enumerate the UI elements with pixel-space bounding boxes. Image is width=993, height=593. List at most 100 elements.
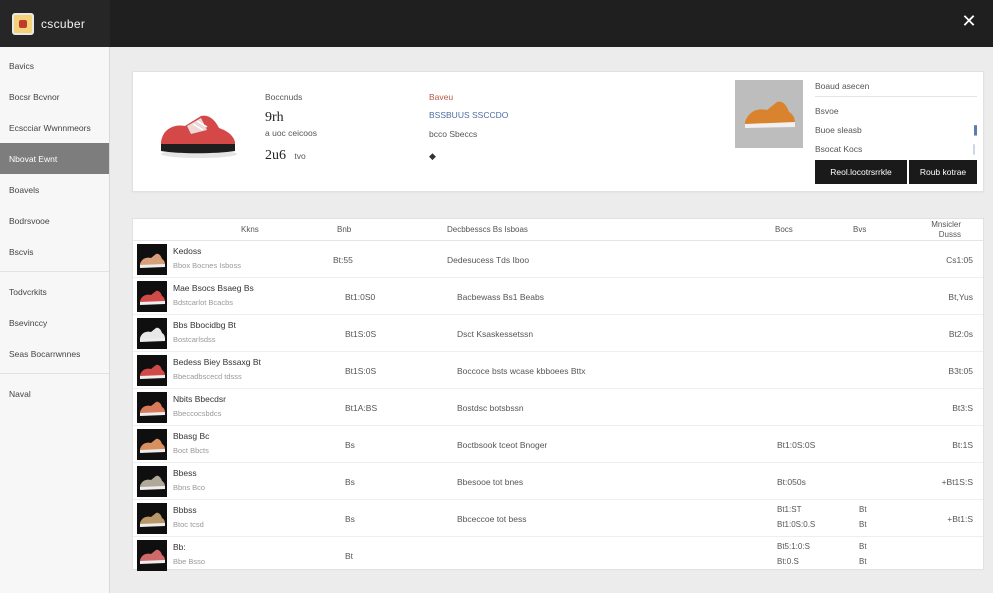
variant-info-row: Bsvoe: [815, 101, 977, 120]
size-text: bcco Sbeccs: [429, 129, 478, 139]
variant-info-label: Bsvoe: [815, 105, 839, 116]
price-cell: Bt:1S: [952, 440, 973, 450]
product-name: Bb:: [173, 542, 186, 552]
variant-info-label: Buoe sleasb: [815, 124, 862, 135]
description-cell: Dedesucess Tds Iboo: [447, 255, 530, 265]
logo-icon: [12, 12, 34, 35]
description-cell: Bbesooe tot bnes: [457, 477, 524, 487]
table-row[interactable]: Bbbss Btoc tcsd Bs Bbceccoe tot bess Bt1:ST B…: [133, 500, 983, 537]
table-body: Kedoss Bbox Bocnes Isboss Bt:55 Dedesucess …: [133, 241, 983, 574]
header-price[interactable]: Mnsicler Dusss: [931, 220, 961, 240]
qty-cell: Bt: [859, 557, 867, 566]
price-cell: Bt3:S: [952, 403, 973, 413]
sidebar-divider: [0, 373, 109, 374]
product-subtitle: Bbeccocsbdcs: [173, 409, 222, 418]
close-icon[interactable]: ✕: [959, 12, 979, 32]
sidebar-item[interactable]: Bavics: [0, 50, 109, 81]
table-row[interactable]: Bedess Biey Bssaxg Bt Bbecadbscecd tdsss B…: [133, 352, 983, 389]
sidebar-item[interactable]: Nbovat Ewnt: [0, 143, 109, 174]
product-label: Boccnuds: [265, 92, 303, 102]
sku-cell: Bt1A:BS: [345, 403, 378, 413]
logo[interactable]: cscuber: [0, 0, 110, 47]
sku-cell: Bs: [345, 440, 355, 450]
header-item[interactable]: Kkns: [241, 225, 259, 234]
product-name: Bbasg Bc: [173, 431, 210, 441]
sidebar-item[interactable]: Bscvis: [0, 236, 109, 267]
shoe-thumbnail: [137, 503, 167, 534]
variant-thumbnail[interactable]: [735, 80, 803, 148]
size-cell: Bt1:0S:0.S: [777, 520, 816, 529]
product-name: Nbits Bbecdsr: [173, 394, 226, 404]
sidebar-list: Bavics Bocsr Bcvnor Ecscciar Wwnnmeors Nbov…: [0, 47, 109, 409]
variant-info-value: ▐: [970, 124, 977, 135]
shoe-thumbnail: [137, 540, 167, 571]
description-cell: Boctbsook tceot Bnoger: [457, 440, 548, 450]
description-cell: Boccoce bsts wcase kbboees Bttx: [457, 366, 586, 376]
product-name: Bbbss: [173, 505, 197, 515]
table-row[interactable]: Bb: Bbe Bsso Bt Bt5:1:0:S Bt:0.S Bt Bt: [133, 537, 983, 574]
products-table: Kkns Bnb Decbbesscs Bs Isboas Bocs Bvs M…: [132, 218, 984, 574]
shoe-thumbnail: [137, 466, 167, 497]
shoe-thumbnail: [137, 244, 167, 275]
description-cell: Bacbewass Bs1 Beabs: [457, 292, 544, 302]
sku-cell: Bt1S:0S: [345, 366, 377, 376]
app-title: cscuber: [41, 16, 86, 31]
table-row[interactable]: Mae Bsocs Bsaeg Bs Bdstcarlot Bcacbs Bt1:0…: [133, 278, 983, 315]
product-subtitle: Bbox Bocnes Isboss: [173, 261, 241, 270]
description-cell: Dsct Ksaskessetssn: [457, 329, 534, 339]
product-line2: a uoc ceicoos: [265, 128, 317, 138]
sidebar-item[interactable]: Boavels: [0, 174, 109, 205]
sku-cell: Bt1:0S0: [345, 292, 376, 302]
size-cell: Bt5:1:0:S: [777, 542, 810, 551]
price-cell: +Bt1:S: [947, 514, 973, 524]
sku-cell: Bt1S:0S: [345, 329, 377, 339]
sku-cell: Bt: [345, 551, 354, 561]
product-name: Bedess Biey Bssaxg Bt: [173, 357, 261, 367]
table-row[interactable]: Bbs Bbocidbg Bt Bostcarlsdss Bt1S:0S Dsct K…: [133, 315, 983, 352]
secondary-action-button[interactable]: Roub kotrae: [909, 160, 977, 184]
product-price-unit: tvo: [294, 151, 306, 161]
table-row[interactable]: Bbasg Bc Boct Bbcts Bs Boctbsook tceot Bnog…: [133, 426, 983, 463]
product-subtitle: Bdstcarlot Bcacbs: [173, 298, 234, 307]
price-cell: +Bt1S:S: [941, 477, 973, 487]
product-subtitle: Bbecadbscecd tdsss: [173, 372, 242, 381]
size-cell: Bt:050s: [777, 477, 806, 487]
primary-action-button[interactable]: Reol.locotrsrrkle: [815, 160, 907, 184]
sidebar-item[interactable]: Ecscciar Wwnnmeors: [0, 112, 109, 143]
product-subtitle: Bbe Bsso: [173, 557, 206, 566]
description-cell: Bbceccoe tot bess: [457, 514, 527, 524]
table-row[interactable]: Bbess Bbns Bco Bs Bbesooe tot bnes Bt:050s +B…: [133, 463, 983, 500]
table-row[interactable]: Nbits Bbecdsr Bbeccocsbdcs Bt1A:BS Bostdsc …: [133, 389, 983, 426]
sidebar-item[interactable]: Bsevinccy: [0, 307, 109, 338]
sidebar-item[interactable]: Todvcrkits: [0, 276, 109, 307]
product-subtitle: Bbns Bco: [173, 483, 206, 492]
product-line1: 9rh: [265, 110, 284, 125]
sneaker-image: [161, 115, 237, 158]
price-cell: Bt2:0s: [948, 329, 973, 339]
sku-cell: Bs: [345, 477, 355, 487]
qty-cell: Bt: [859, 542, 867, 551]
diamond-icon[interactable]: ◆: [429, 151, 508, 162]
sku-cell: Bs: [345, 514, 355, 524]
header-qty[interactable]: Bvs: [853, 225, 866, 234]
product-name: Kedoss: [173, 246, 202, 256]
sidebar-item[interactable]: Bodrsvooe: [0, 205, 109, 236]
table-row[interactable]: Kedoss Bbox Bocnes Isboss Bt:55 Dedesucess …: [133, 241, 983, 278]
header-sku[interactable]: Bnb: [337, 225, 351, 234]
sidebar-item[interactable]: Bocsr Bcvnor: [0, 81, 109, 112]
variant-info-label: Bsocat Kocs: [815, 143, 863, 154]
brand-link[interactable]: BSSBUUS SSCCDO: [429, 110, 508, 120]
qty-cell: Bt: [859, 505, 867, 514]
header-desc[interactable]: Decbbesscs Bs Isboas: [447, 225, 528, 234]
sidebar-item[interactable]: Naval: [0, 378, 109, 409]
sidebar-divider: [0, 271, 109, 272]
product-details: Boccnuds 9rh a uoc ceicoos 2u6 tvo: [265, 92, 317, 164]
header-size[interactable]: Bocs: [775, 225, 793, 234]
sidebar-item[interactable]: Seas Bocarrwnnes: [0, 338, 109, 369]
product-subtitle: Bostcarlsdss: [173, 335, 216, 344]
price-cell: Bt,Yus: [948, 292, 973, 302]
variant-info: Boaud asecen Bsvoe Buoe sleasb ▐ Bsocat Koc…: [815, 80, 977, 158]
product-subtitle: Boct Bbcts: [173, 446, 209, 455]
price-cell: B3t:05: [948, 366, 973, 376]
variant-info-row: Buoe sleasb ▐: [815, 120, 977, 139]
